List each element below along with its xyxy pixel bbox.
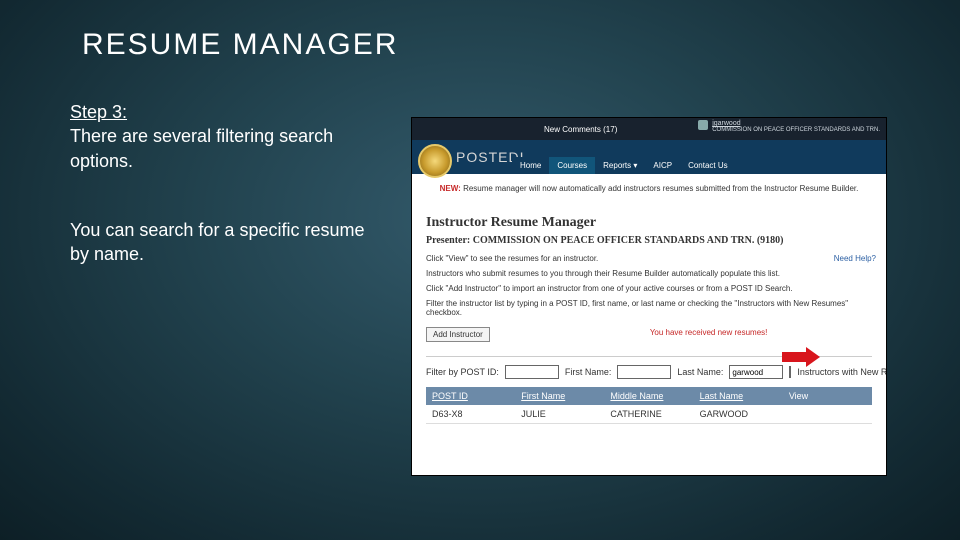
news-prefix: NEW: [440,184,461,193]
filter-postid-label: Filter by POST ID: [426,367,499,377]
step-text: There are several filtering search optio… [70,126,333,170]
th-postid[interactable]: POST ID [426,387,515,405]
results-table: POST ID First Name Middle Name Last Name… [426,387,872,424]
nav-aicp[interactable]: AICP [645,157,680,174]
app-content: NEW: Resume manager will now automatical… [412,174,886,424]
th-first[interactable]: First Name [515,387,604,405]
username: jgarwood [712,120,880,127]
new-resumes-msg: You have received new resumes! [650,328,768,337]
need-help-link[interactable]: Need Help? [834,254,876,263]
cell-first: JULIE [515,405,604,423]
badge-icon [418,144,452,178]
filter-new-resumes-checkbox[interactable] [789,366,791,378]
nav-home[interactable]: Home [512,157,549,174]
bullet-1: Click "View" to see the resumes for an i… [426,254,872,263]
th-middle[interactable]: Middle Name [604,387,693,405]
cell-view[interactable] [783,405,872,423]
bullet-2: Instructors who submit resumes to you th… [426,269,872,278]
th-last[interactable]: Last Name [694,387,783,405]
page-heading: Instructor Resume Manager [426,215,872,231]
cell-middle: CATHERINE [604,405,693,423]
nav-reports[interactable]: Reports ▾ [595,157,645,174]
app-screenshot: New Comments (17) jgarwood COMMISSION ON… [412,118,886,475]
step-note: You can search for a specific resume by … [70,218,370,267]
bullet-3: Click "Add Instructor" to import an inst… [426,284,872,293]
presenter-line: Presenter: COMMISSION ON PEACE OFFICER S… [426,235,872,246]
filter-first-label: First Name: [565,367,612,377]
nav-contact[interactable]: Contact Us [680,157,736,174]
filter-postid-input[interactable] [505,365,559,379]
app-topbar: New Comments (17) jgarwood COMMISSION ON… [412,118,886,140]
filter-first-input[interactable] [617,365,671,379]
new-comments-link[interactable]: New Comments (17) [544,125,617,134]
cell-last: GARWOOD [694,405,783,423]
th-view: View [783,387,872,405]
step-block: Step 3: There are several filtering sear… [70,100,370,173]
filter-last-label: Last Name: [677,367,723,377]
user-block: jgarwood COMMISSION ON PEACE OFFICER STA… [698,120,880,133]
news-banner: NEW: Resume manager will now automatical… [426,184,872,193]
filter-last-input[interactable] [729,365,783,379]
step-label: Step 3: [70,102,127,122]
main-nav: Home Courses Reports ▾ AICP Contact Us [512,157,736,174]
avatar-icon [698,120,708,130]
filter-new-resumes-label: Instructors with New Resumes [797,367,886,377]
bullet-4: Filter the instructor list by typing in … [426,299,872,317]
add-instructor-button[interactable]: Add Instructor [426,327,490,342]
app-header: POSTEDI Home Courses Reports ▾ AICP Cont… [412,140,886,174]
table-row: D63-X8 JULIE CATHERINE GARWOOD [426,405,872,424]
nav-courses[interactable]: Courses [549,157,595,174]
table-header: POST ID First Name Middle Name Last Name… [426,387,872,405]
callout-arrow-icon [782,352,808,362]
news-text: Resume manager will now automatically ad… [463,184,858,193]
brand-main: POST [456,149,498,165]
instruction-list: Click "View" to see the resumes for an i… [426,254,872,317]
user-role: COMMISSION ON PEACE OFFICER STANDARDS AN… [712,127,880,133]
slide-title: RESUME MANAGER [82,28,398,62]
cell-postid: D63-X8 [426,405,515,423]
